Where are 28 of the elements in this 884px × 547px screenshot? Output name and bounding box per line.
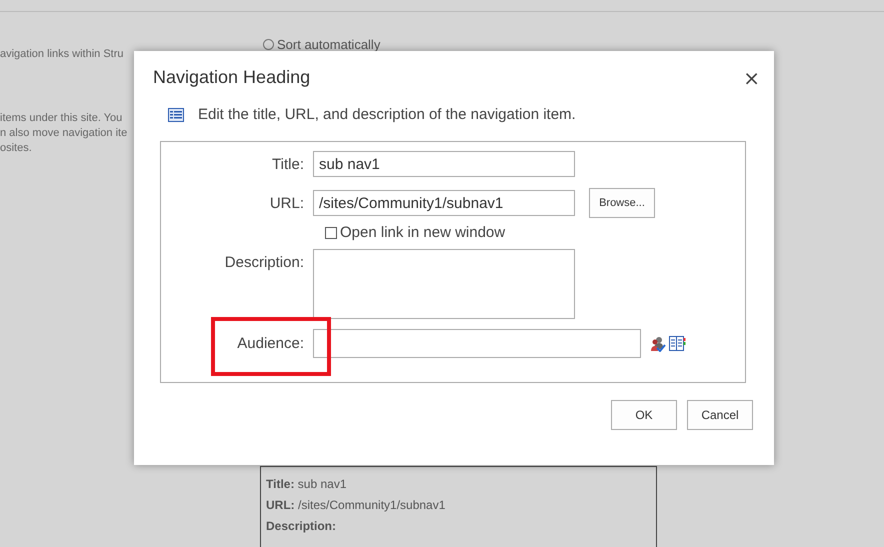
background-text: n also move navigation ite xyxy=(0,126,128,141)
sort-option-label: Sort automatically xyxy=(277,37,380,52)
background-text: osites. xyxy=(0,141,33,156)
checkbox-label: Open link in new window xyxy=(340,224,506,241)
dialog-title: Navigation Heading xyxy=(153,67,310,88)
instruction-text: Edit the title, URL, and description of the navigation item. xyxy=(198,106,576,123)
browse-button[interactable]: Browse... xyxy=(589,188,655,218)
dialog-button[interactable]: Cancel xyxy=(687,400,753,430)
radio-button[interactable] xyxy=(263,39,274,50)
close-button[interactable]: × xyxy=(739,68,764,88)
field-label: Audience: xyxy=(236,335,305,352)
text-field[interactable]: sub nav1 xyxy=(313,151,575,177)
background-text: items under this site. You xyxy=(0,111,124,126)
preview-text: Title: sub nav1 xyxy=(266,477,348,491)
audience-field[interactable] xyxy=(313,329,641,358)
field-label: Title: xyxy=(271,156,305,172)
background-text: avigation links within Stru xyxy=(0,48,125,60)
text-field[interactable]: /sites/Community1/subnav1 xyxy=(313,190,575,216)
preview-text: Description: xyxy=(266,519,338,533)
preview-text: URL: /sites/Community1/subnav1 xyxy=(266,498,446,512)
dialog-button[interactable]: OK xyxy=(611,400,677,430)
checkbox[interactable] xyxy=(325,226,337,238)
address-book-icon[interactable] xyxy=(669,336,686,351)
description-field[interactable] xyxy=(313,249,575,319)
people-check-icon[interactable] xyxy=(650,336,666,352)
field-label: URL: xyxy=(268,194,305,212)
field-label: Description: xyxy=(224,253,305,271)
list-icon xyxy=(168,108,184,122)
